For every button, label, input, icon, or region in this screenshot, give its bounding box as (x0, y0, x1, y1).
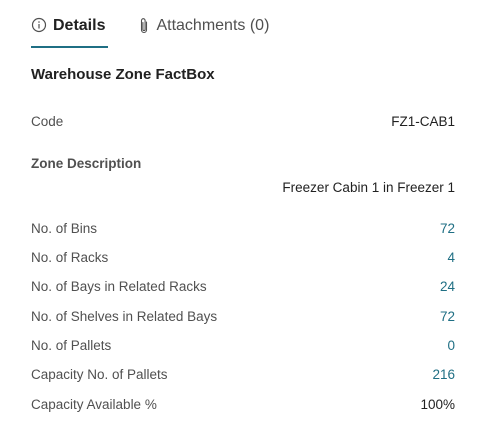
stat-label-bins: No. of Bins (31, 221, 98, 236)
code-value: FZ1-CAB1 (391, 114, 455, 129)
stat-row-racks: No. of Racks 4 (31, 250, 455, 266)
paperclip-icon (138, 17, 150, 35)
factbox-title: Warehouse Zone FactBox (31, 66, 215, 83)
tab-attachments-label: Attachments (0) (156, 17, 270, 34)
stat-label-racks: No. of Racks (31, 250, 109, 265)
stat-row-shelves: No. of Shelves in Related Bays 72 (31, 309, 455, 325)
code-row: Code FZ1-CAB1 (31, 114, 455, 130)
stat-value-racks[interactable]: 4 (447, 250, 455, 266)
stat-row-bays: No. of Bays in Related Racks 24 (31, 279, 455, 295)
factbox-tabs: Details Attachments (0) (31, 14, 269, 48)
stat-value-capacity-available: 100% (420, 397, 455, 412)
stat-label-capacity-available: Capacity Available % (31, 397, 157, 412)
zone-description-label: Zone Description (31, 156, 142, 171)
tab-attachments[interactable]: Attachments (0) (138, 14, 269, 48)
stat-row-capacity-pallets: Capacity No. of Pallets 216 (31, 367, 455, 383)
tab-details[interactable]: Details (31, 14, 109, 48)
stat-row-capacity-available: Capacity Available % 100% (31, 397, 455, 413)
stat-label-bays: No. of Bays in Related Racks (31, 279, 207, 294)
stat-value-capacity-pallets[interactable]: 216 (432, 367, 455, 383)
stat-label-pallets: No. of Pallets (31, 338, 112, 353)
info-icon (31, 17, 47, 33)
stat-row-bins: No. of Bins 72 (31, 221, 455, 237)
code-label: Code (31, 114, 64, 129)
stat-value-bays[interactable]: 24 (440, 279, 455, 295)
stat-value-bins[interactable]: 72 (440, 221, 455, 237)
zone-description-value: Freezer Cabin 1 in Freezer 1 (282, 180, 455, 195)
stat-label-capacity-pallets: Capacity No. of Pallets (31, 367, 168, 382)
stat-row-pallets: No. of Pallets 0 (31, 338, 455, 354)
tab-details-label: Details (53, 17, 106, 34)
stat-label-shelves: No. of Shelves in Related Bays (31, 309, 218, 324)
stat-value-shelves[interactable]: 72 (440, 309, 455, 325)
stat-value-pallets[interactable]: 0 (447, 338, 455, 354)
